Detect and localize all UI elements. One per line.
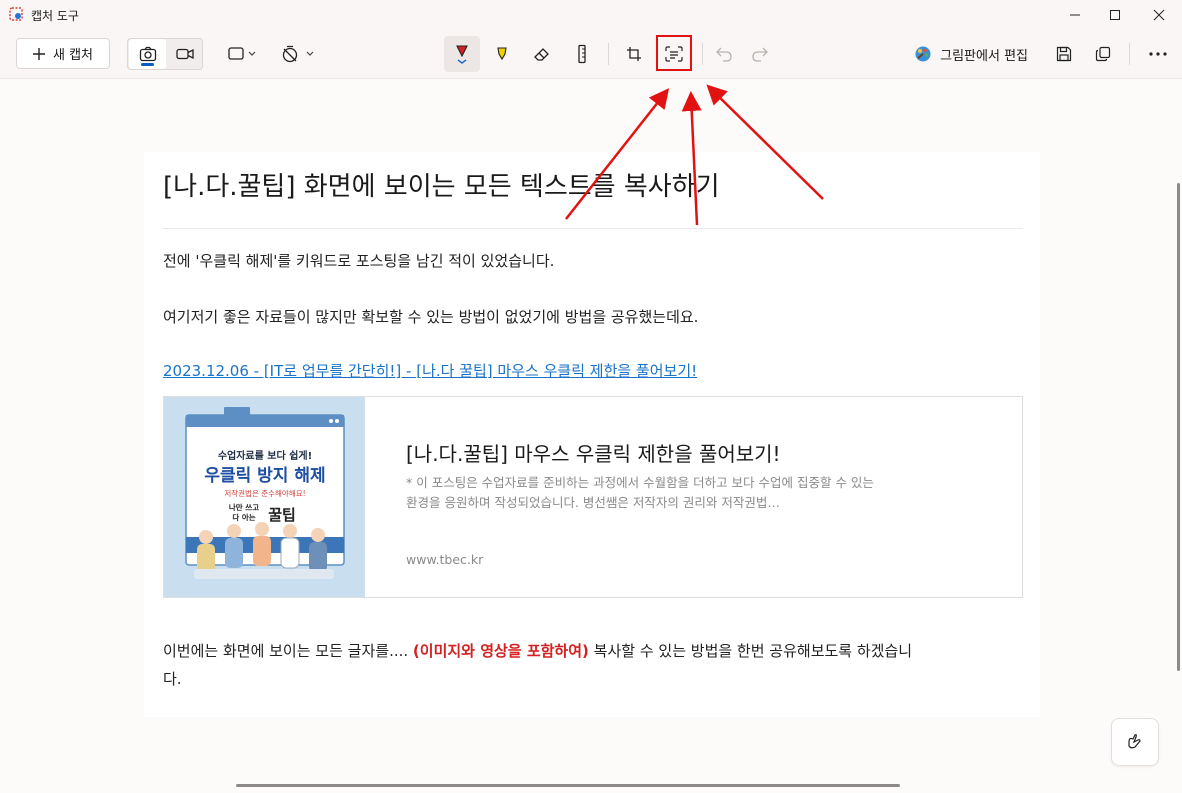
annotation-arrow-center <box>681 91 702 226</box>
annotation-arrow-right <box>706 84 824 200</box>
horizontal-scrollbar[interactable] <box>236 784 900 787</box>
annotation-arrow-left <box>565 88 670 220</box>
annotation-arrows <box>565 84 824 226</box>
touch-writing-button[interactable] <box>1111 718 1159 766</box>
vertical-scrollbar[interactable] <box>1177 183 1180 671</box>
touch-writing-icon <box>1128 734 1141 749</box>
